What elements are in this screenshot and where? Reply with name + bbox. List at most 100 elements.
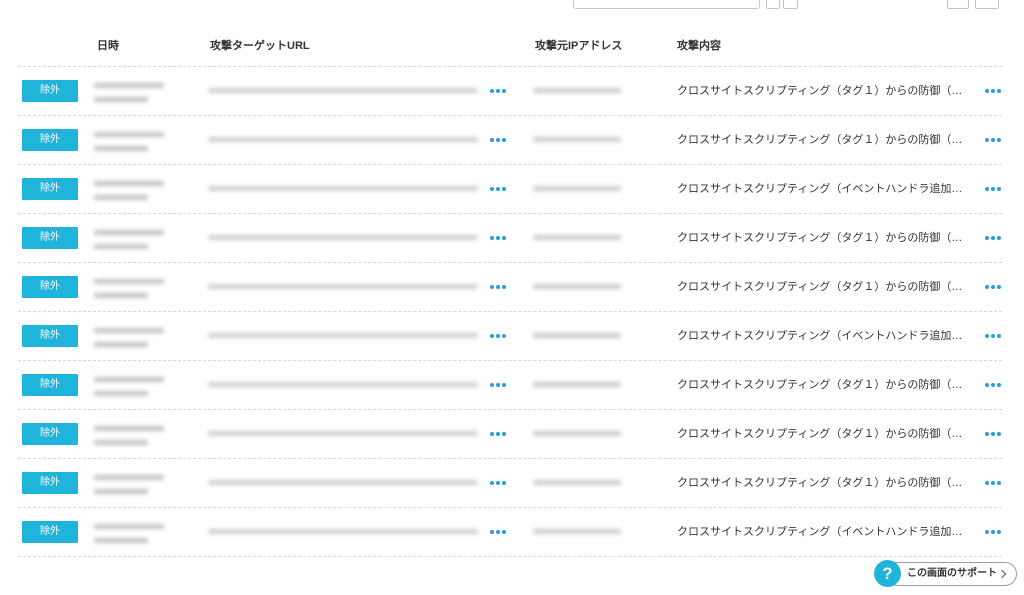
more-icon[interactable] (985, 236, 1001, 240)
redacted-target-url (208, 480, 478, 485)
exclude-button[interactable]: 除外 (22, 129, 78, 151)
redacted-time (94, 440, 148, 445)
column-header-attack-content: 攻撃内容 (677, 40, 721, 52)
redacted-target-url (208, 529, 478, 534)
more-icon[interactable] (985, 530, 1001, 534)
more-icon-dot (985, 383, 989, 387)
more-icon-dot (502, 236, 506, 240)
exclude-button[interactable]: 除外 (22, 472, 78, 494)
search-input[interactable] (573, 0, 760, 9)
page-nav-button[interactable] (947, 0, 969, 9)
redacted-target-url (208, 186, 478, 191)
exclude-button[interactable]: 除外 (22, 227, 78, 249)
table-row: 除外 クロスサイトスクリプティング（タグ１）からの防御（… (18, 263, 1002, 312)
more-icon[interactable] (490, 236, 506, 240)
more-icon-dot (991, 236, 995, 240)
exclude-button[interactable]: 除外 (22, 178, 78, 200)
more-icon-dot (985, 432, 989, 436)
more-icon-dot (490, 481, 494, 485)
more-icon[interactable] (985, 334, 1001, 338)
more-icon-dot (496, 530, 500, 534)
table-row: 除外 クロスサイトスクリプティング（タグ１）からの防御（… (18, 410, 1002, 459)
more-icon-dot (985, 187, 989, 191)
table-row: 除外 クロスサイトスクリプティング（タグ１）からの防御（… (18, 459, 1002, 508)
more-icon[interactable] (490, 432, 506, 436)
redacted-source-ip (533, 333, 621, 338)
attack-log-table: 日時 攻撃ターゲットURL 攻撃元IPアドレス 攻撃内容 除外クロスサイトスクリ… (18, 27, 1002, 557)
more-icon[interactable] (985, 138, 1001, 142)
more-icon[interactable] (490, 89, 506, 93)
more-icon-dot (502, 334, 506, 338)
exclude-button[interactable]: 除外 (22, 276, 78, 298)
redacted-time (94, 342, 148, 347)
more-icon[interactable] (490, 530, 506, 534)
more-icon-dot (490, 530, 494, 534)
more-icon[interactable] (985, 89, 1001, 93)
redacted-source-ip (533, 235, 621, 240)
attack-content: クロスサイトスクリプティング（タグ１）からの防御（… (677, 428, 963, 440)
redacted-source-ip (533, 186, 621, 191)
more-icon-dot (985, 334, 989, 338)
more-icon-dot (991, 383, 995, 387)
more-icon-dot (502, 481, 506, 485)
attack-content: クロスサイトスクリプティング（イベントハンドラ追加… (677, 330, 963, 342)
more-icon[interactable] (985, 383, 1001, 387)
exclude-button[interactable]: 除外 (22, 325, 78, 347)
redacted-target-url (208, 88, 478, 93)
redacted-time (94, 538, 148, 543)
toolbar-button[interactable] (783, 0, 798, 9)
exclude-button[interactable]: 除外 (22, 374, 78, 396)
attack-content: クロスサイトスクリプティング（タグ１）からの防御（… (677, 85, 963, 97)
redacted-source-ip (533, 431, 621, 436)
more-icon-dot (490, 432, 494, 436)
more-icon-dot (490, 285, 494, 289)
redacted-time (94, 293, 148, 298)
more-icon-dot (997, 236, 1001, 240)
more-icon-dot (496, 187, 500, 191)
more-icon[interactable] (490, 383, 506, 387)
more-icon-dot (997, 187, 1001, 191)
redacted-date (94, 181, 164, 186)
redacted-target-url (208, 284, 478, 289)
more-icon[interactable] (985, 481, 1001, 485)
more-icon-dot (991, 432, 995, 436)
more-icon[interactable] (490, 481, 506, 485)
redacted-time (94, 244, 148, 249)
screen-support-button[interactable]: ? この画面のサポート (874, 560, 1017, 587)
attack-content: クロスサイトスクリプティング（タグ１）からの防御（… (677, 232, 963, 244)
redacted-time (94, 146, 148, 151)
more-icon-dot (496, 334, 500, 338)
exclude-button[interactable]: 除外 (22, 80, 78, 102)
more-icon-dot (997, 530, 1001, 534)
more-icon[interactable] (985, 187, 1001, 191)
table-row: 除外 クロスサイトスクリプティング（イベントハンドラ追加… (18, 312, 1002, 361)
table-body: 除外 クロスサイトスクリプティング（タグ１）からの防御（… 除外 クロスサイトスクリプ… (18, 67, 1002, 557)
table-header: 日時 攻撃ターゲットURL 攻撃元IPアドレス 攻撃内容 (18, 27, 1002, 67)
more-icon[interactable] (985, 432, 1001, 436)
redacted-date (94, 279, 164, 284)
more-icon-dot (502, 383, 506, 387)
redacted-date (94, 524, 164, 529)
toolbar-button[interactable] (766, 0, 780, 9)
more-icon-dot (490, 187, 494, 191)
attack-content: クロスサイトスクリプティング（タグ１）からの防御（… (677, 281, 963, 293)
more-icon-dot (496, 432, 500, 436)
more-icon[interactable] (985, 285, 1001, 289)
help-icon: ? (874, 560, 901, 587)
more-icon[interactable] (490, 187, 506, 191)
more-icon-dot (502, 187, 506, 191)
more-icon-dot (490, 89, 494, 93)
more-icon[interactable] (490, 285, 506, 289)
more-icon-dot (997, 285, 1001, 289)
more-icon[interactable] (490, 138, 506, 142)
redacted-source-ip (533, 382, 621, 387)
exclude-button[interactable]: 除外 (22, 423, 78, 445)
more-icon-dot (502, 89, 506, 93)
more-icon[interactable] (490, 334, 506, 338)
redacted-date (94, 83, 164, 88)
page-nav-button[interactable] (975, 0, 999, 9)
redacted-target-url (208, 137, 478, 142)
more-icon-dot (496, 285, 500, 289)
more-icon-dot (997, 138, 1001, 142)
exclude-button[interactable]: 除外 (22, 521, 78, 543)
